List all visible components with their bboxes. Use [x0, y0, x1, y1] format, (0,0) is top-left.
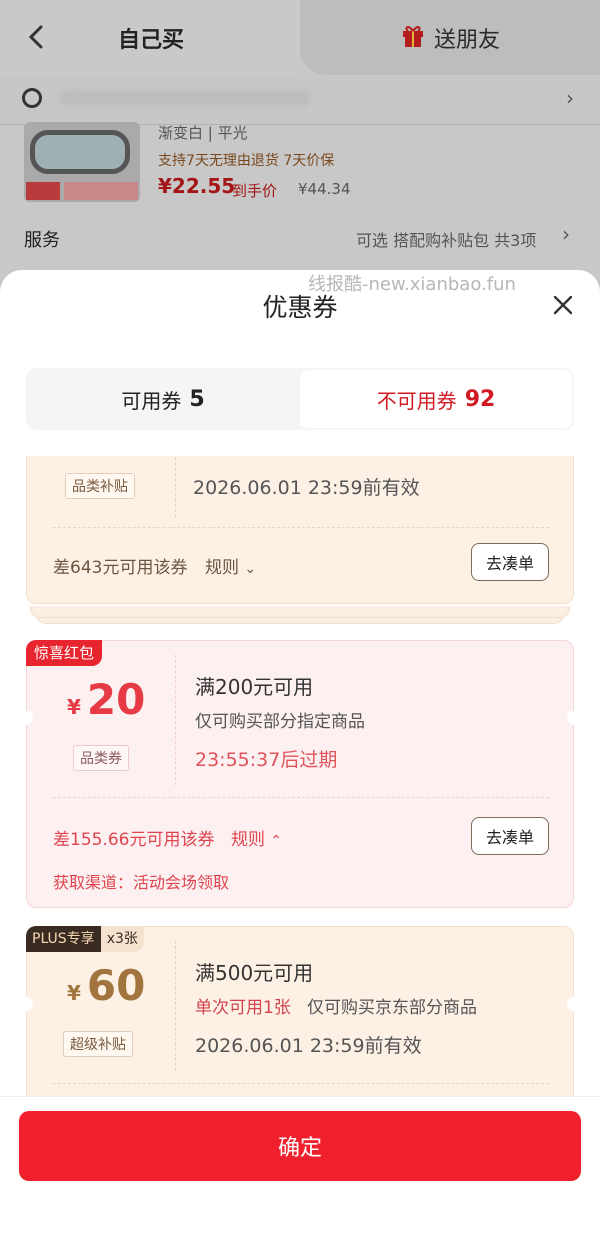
coupon-scope: 仅可购买部分指定商品 [195, 712, 365, 732]
chevron-right-icon: › [562, 222, 570, 246]
coupon-channel: 获取渠道：活动会场领取 [53, 873, 230, 892]
coupon-card: PLUS专享 x3张 ¥60 超级补贴 满500元可用 单次可用1张 仅可购买京… [19, 926, 581, 1096]
address-blurred [60, 90, 310, 106]
back-button[interactable] [22, 22, 52, 52]
product-price: ¥22.55 [158, 174, 236, 198]
coupon-tag: 超级补贴 [63, 1031, 133, 1057]
coupon-list[interactable]: 品类补贴 2026.06.01 23:59前有效 差643元可用该券 规则 ⌄ … [0, 456, 600, 1096]
add-items-button[interactable]: 去凑单 [471, 817, 549, 855]
chevron-left-icon [28, 25, 43, 49]
close-icon [553, 295, 573, 315]
coupon-ribbon: 惊喜红包 [26, 640, 103, 666]
card-stack-shadow [30, 606, 570, 618]
price-suffix: 到手价 [232, 182, 278, 200]
coupon-diff: 差155.66元可用该券 [53, 830, 215, 850]
sheet-title: 优惠券 [262, 293, 338, 322]
tab-unavailable-count: 92 [464, 386, 496, 412]
coupon-validity: 2026.06.01 23:59前有效 [193, 477, 420, 499]
coupon-value: 20 [86, 675, 146, 724]
coupon-validity: 2026.06.01 23:59前有效 [195, 1035, 422, 1057]
original-price: ¥44.34 [298, 180, 351, 198]
service-label: 服务 [24, 230, 60, 251]
coupon-expiry: 23:55:37后过期 [195, 749, 338, 771]
coupon-amount: ¥20 [67, 675, 145, 724]
rules-toggle[interactable]: 规则 ⌃ [231, 825, 282, 850]
coupon-threshold: 满200元可用 [195, 675, 314, 699]
chevron-down-icon: ⌄ [244, 561, 257, 577]
product-image [24, 122, 140, 202]
background-page: 自己买 送朋友 › 渐变白 | 平光 支持7天无理由退货 7天价保 ¥22.55… [0, 0, 600, 300]
rules-toggle[interactable]: 规则 ⌄ [205, 553, 256, 578]
coupon-diff: 差643元可用该券 [53, 558, 188, 578]
service-value[interactable]: 可选 搭配购补贴包 共3项 [356, 227, 536, 251]
tab-available-count: 5 [189, 386, 205, 412]
coupon-limit: 单次可用1张 [195, 998, 291, 1018]
coupon-tag: 品类补贴 [65, 473, 135, 499]
tab-gift[interactable]: 送朋友 [434, 22, 500, 54]
tab-unavailable-label: 不可用券 [376, 388, 457, 413]
coupon-threshold: 满500元可用 [195, 961, 314, 985]
location-icon [22, 88, 42, 108]
plus-badge: PLUS专享 [26, 926, 101, 952]
currency-symbol: ¥ [67, 695, 81, 719]
coupon-count: x3张 [100, 926, 144, 952]
coupon-value: 60 [86, 961, 146, 1010]
product-guarantee: 支持7天无理由退货 7天价保 [158, 153, 335, 169]
close-button[interactable] [548, 290, 578, 320]
currency-symbol: ¥ [67, 981, 81, 1005]
tab-available-label: 可用券 [121, 388, 182, 413]
confirm-button[interactable]: 确定 [19, 1111, 581, 1181]
gift-icon [403, 26, 423, 47]
coupon-card: 品类补贴 2026.06.01 23:59前有效 差643元可用该券 规则 ⌄ … [26, 456, 574, 604]
tab-available[interactable]: 可用券 5 [26, 368, 300, 430]
bottom-bar: 确定 [0, 1096, 600, 1235]
chevron-up-icon: ⌃ [270, 833, 283, 849]
coupon-ribbon: PLUS专享 x3张 [26, 926, 144, 952]
coupon-tag: 品类券 [73, 745, 129, 771]
coupon-scope: 仅可购买京东部分商品 [307, 998, 477, 1018]
rules-label: 规则 [231, 830, 265, 850]
chevron-right-icon: › [566, 86, 574, 110]
product-variant: 渐变白 | 平光 [158, 124, 248, 142]
coupon-card: 惊喜红包 ¥20 品类券 满200元可用 仅可购买部分指定商品 23:55:37… [19, 640, 581, 908]
add-items-button[interactable]: 去凑单 [471, 543, 549, 581]
rules-label: 规则 [205, 558, 239, 578]
coupon-tabs: 可用券 5 不可用券 92 [26, 368, 574, 430]
coupon-sheet: 线报酷-new.xianbao.fun 优惠券 可用券 5 不可用券 92 品类… [0, 270, 600, 1235]
coupon-amount: ¥60 [67, 961, 145, 1010]
tab-unavailable[interactable]: 不可用券 92 [300, 370, 572, 428]
tab-self[interactable]: 自己买 [118, 22, 184, 54]
